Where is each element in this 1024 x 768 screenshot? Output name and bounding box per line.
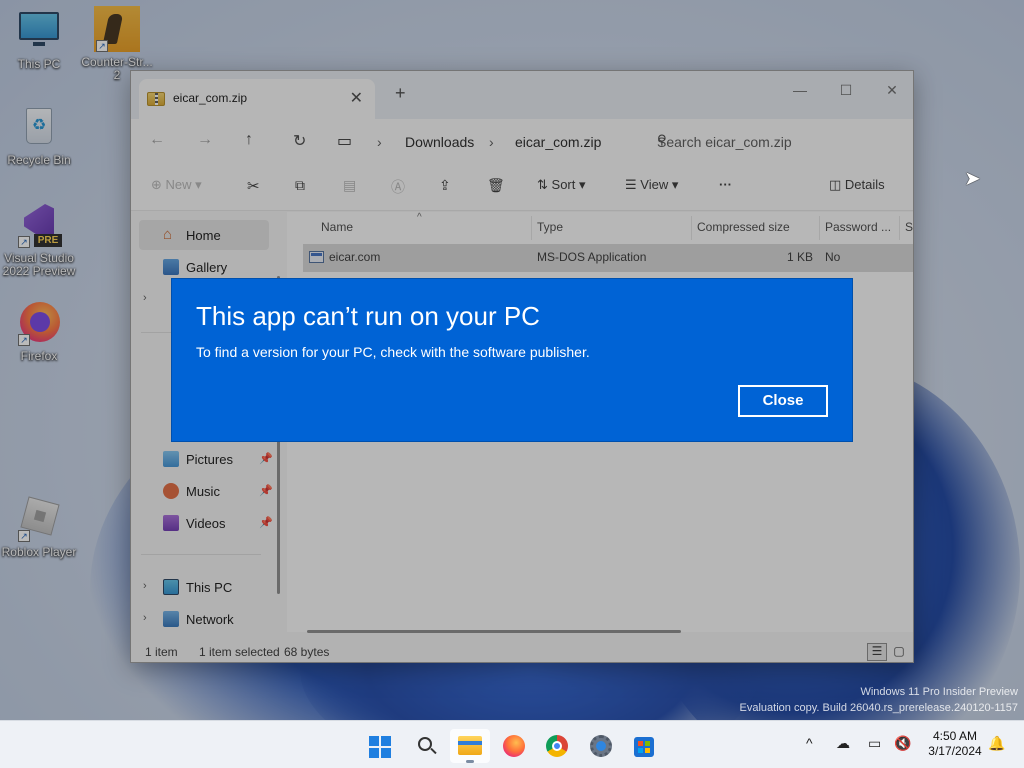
clock-date: 3/17/2024 (928, 744, 982, 758)
taskbar: ^ ☁ ▭ 🔇 4:50 AM 3/17/2024 🔔 (0, 720, 1024, 768)
mouse-cursor-icon: ➤ (964, 168, 981, 190)
dialog-message: To find a version for your PC, check wit… (196, 344, 590, 360)
watermark-line2: Evaluation copy. Build 26040.rs_prerelea… (739, 702, 1018, 714)
start-icon[interactable] (360, 729, 400, 763)
store-icon[interactable] (624, 729, 664, 763)
watermark-line1: Windows 11 Pro Insider Preview (860, 686, 1018, 698)
notification-bell-icon[interactable]: 🔔 (988, 735, 1005, 752)
close-button[interactable]: Close (738, 385, 828, 417)
taskbar-clock[interactable]: 4:50 AM 3/17/2024 (920, 729, 990, 759)
settings-icon[interactable] (581, 729, 621, 763)
search-icon[interactable] (406, 729, 446, 763)
app-cant-run-dialog: This app can’t run on your PC To find a … (172, 279, 852, 441)
onedrive-offline-icon[interactable]: ☁ (836, 735, 850, 752)
chrome-icon[interactable] (537, 729, 577, 763)
volume-muted-icon[interactable]: 🔇 (894, 735, 911, 752)
chevron-up-icon[interactable]: ^ (806, 735, 813, 751)
clock-time: 4:50 AM (932, 729, 978, 743)
firefox-icon[interactable] (494, 729, 534, 763)
display-icon[interactable]: ▭ (868, 735, 881, 752)
file-explorer-icon[interactable] (450, 729, 490, 763)
dialog-title: This app can’t run on your PC (196, 301, 540, 331)
